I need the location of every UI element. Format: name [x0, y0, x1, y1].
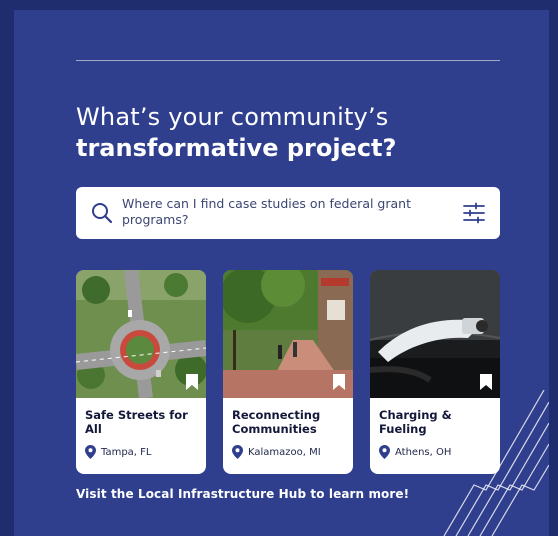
headline-line-2: transformative project?	[76, 133, 397, 162]
card-title: Reconnecting Communities	[232, 408, 321, 436]
location-pin-icon	[379, 445, 390, 459]
bookmark-icon[interactable]	[480, 374, 492, 390]
search-icon[interactable]	[90, 201, 114, 225]
bookmark-icon[interactable]	[186, 374, 198, 390]
search-query-text[interactable]: Where can I find case studies on federal…	[122, 196, 422, 228]
bookmark-icon[interactable]	[333, 374, 345, 390]
hub-link[interactable]: Visit the Local Infrastructure Hub to le…	[76, 487, 409, 501]
headline-line-1: What’s your community’s	[76, 103, 389, 131]
card-location-text: Kalamazoo, MI	[248, 446, 321, 458]
project-card-safe-streets[interactable]: Safe Streets for All Tampa, FL	[76, 270, 206, 474]
location-pin-icon	[85, 445, 96, 459]
location-pin-icon	[232, 445, 243, 459]
divider	[76, 60, 500, 61]
headline: What’s your community’s transformative p…	[76, 102, 516, 163]
search-bar[interactable]: Where can I find case studies on federal…	[76, 187, 500, 239]
card-title: Safe Streets for All	[85, 408, 188, 436]
decorative-lines	[443, 390, 549, 536]
card-location: Tampa, FL	[85, 445, 151, 459]
promo-panel: What’s your community’s transformative p…	[14, 10, 549, 536]
card-location: Kalamazoo, MI	[232, 445, 321, 459]
filter-sliders-icon[interactable]	[462, 201, 486, 225]
project-card-reconnecting[interactable]: Reconnecting Communities Kalamazoo, MI	[223, 270, 353, 474]
card-location-text: Tampa, FL	[101, 446, 152, 458]
